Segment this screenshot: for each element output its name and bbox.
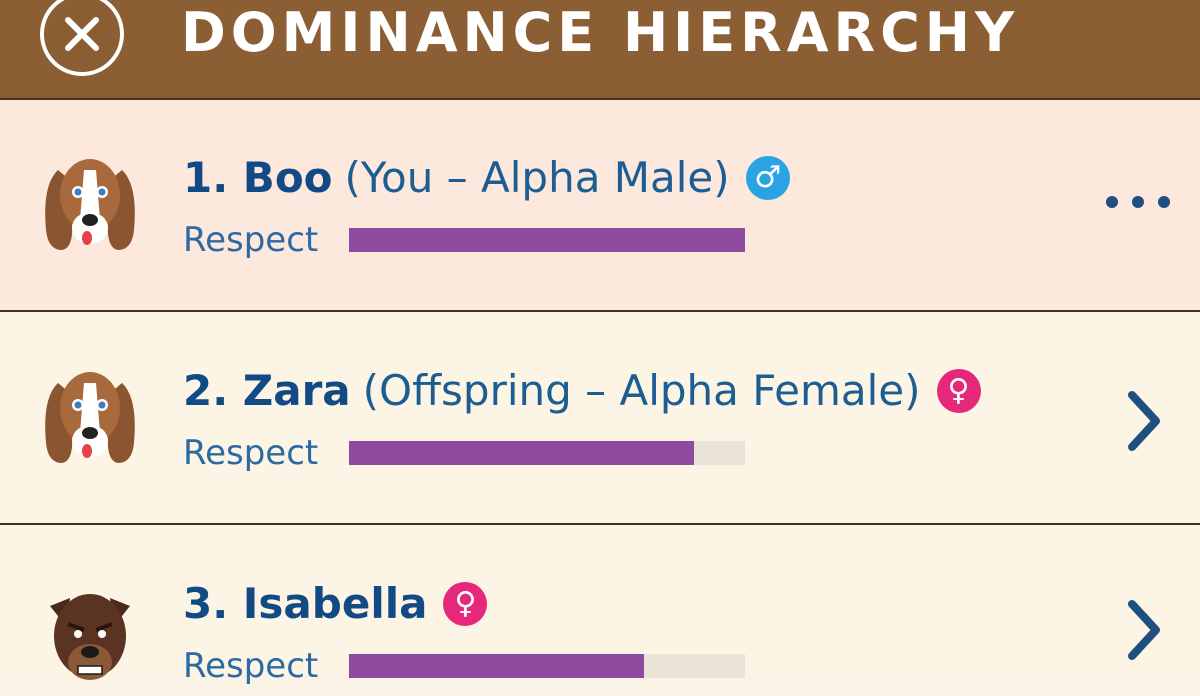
respect-bar-fill bbox=[349, 441, 694, 465]
female-icon: ♀ bbox=[443, 582, 488, 626]
page-title: DOMINANCE HIERARCHY bbox=[180, 1, 1020, 64]
respect-bar bbox=[349, 441, 745, 465]
member-name: 2. Zara bbox=[183, 366, 351, 415]
respect-label: Respect bbox=[183, 646, 319, 686]
respect-line: Respect bbox=[183, 431, 745, 475]
respect-line: Respect bbox=[183, 218, 745, 262]
respect-bar bbox=[349, 228, 745, 252]
member-name: 3. Isabella bbox=[183, 579, 428, 628]
name-line: 2. Zara (Offspring – Alpha Female) ♀ bbox=[183, 363, 981, 419]
header-bar: DOMINANCE HIERARCHY bbox=[0, 0, 1200, 100]
respect-label: Respect bbox=[183, 220, 319, 260]
dot-icon bbox=[1106, 196, 1118, 208]
basset-hound-avatar bbox=[45, 372, 135, 463]
name-line: 3. Isabella ♀ bbox=[183, 576, 488, 632]
respect-line: Respect bbox=[183, 644, 745, 688]
list-item-boo[interactable]: 1. Boo (You – Alpha Male) ♂ Respect bbox=[0, 100, 1200, 312]
basset-hound-avatar bbox=[45, 159, 135, 250]
rottweiler-avatar bbox=[50, 594, 130, 680]
dot-icon bbox=[1158, 196, 1170, 208]
name-line: 1. Boo (You – Alpha Male) ♂ bbox=[183, 150, 790, 206]
member-role: (Offspring – Alpha Female) bbox=[362, 366, 921, 415]
chevron-right-icon[interactable] bbox=[1124, 598, 1164, 662]
respect-bar bbox=[349, 654, 745, 678]
male-icon: ♂ bbox=[745, 156, 790, 200]
respect-label: Respect bbox=[183, 433, 319, 473]
chevron-right-icon[interactable] bbox=[1124, 389, 1164, 453]
list-item-zara[interactable]: 2. Zara (Offspring – Alpha Female) ♀ Res… bbox=[0, 313, 1200, 525]
more-options-button[interactable] bbox=[1106, 196, 1170, 208]
member-name: 1. Boo bbox=[183, 153, 333, 202]
list-item-isabella[interactable]: 3. Isabella ♀ Respect bbox=[0, 526, 1200, 686]
member-role: (You – Alpha Male) bbox=[344, 153, 730, 202]
dot-icon bbox=[1132, 196, 1144, 208]
respect-bar-fill bbox=[349, 228, 745, 252]
female-icon: ♀ bbox=[936, 369, 981, 413]
respect-bar-fill bbox=[349, 654, 645, 678]
